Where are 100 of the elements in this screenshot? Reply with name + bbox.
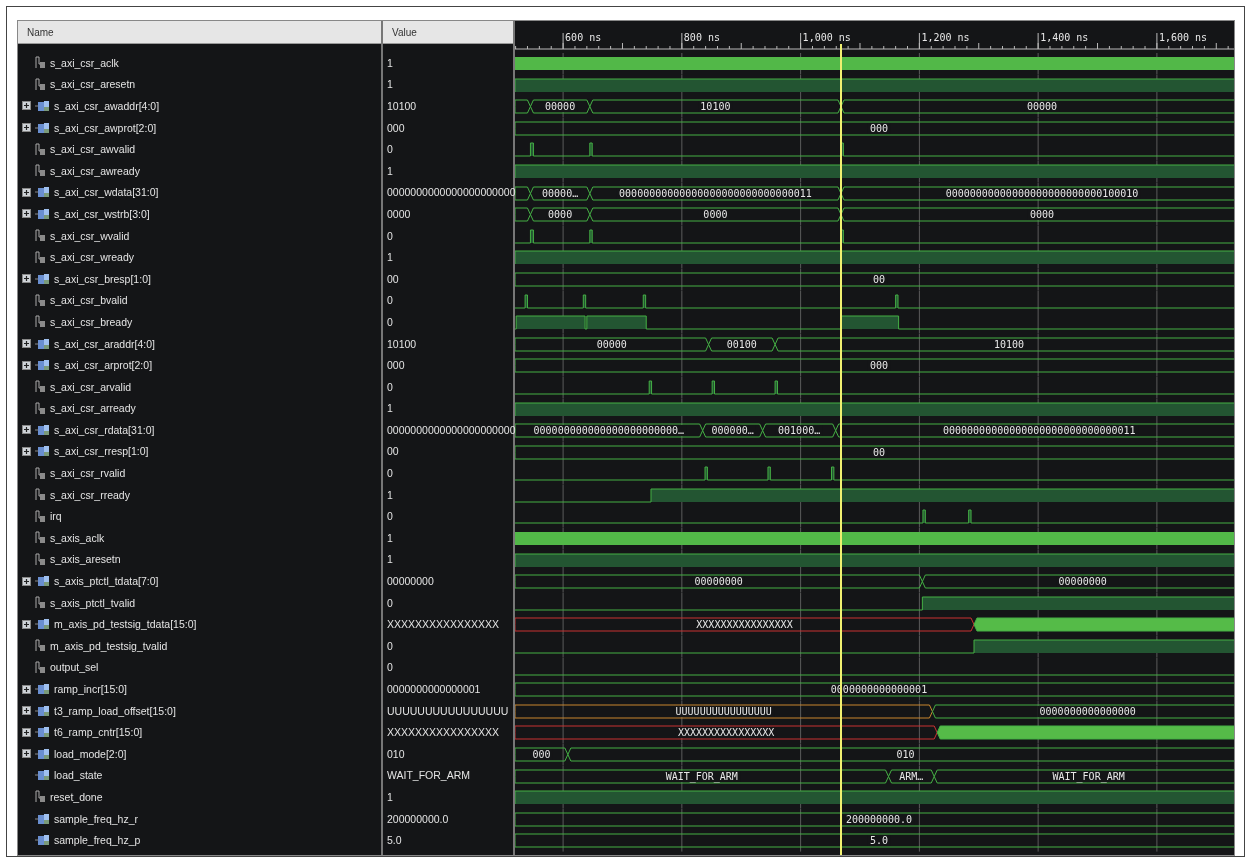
bus-segment: 00 [515, 272, 1234, 287]
signal-value: XXXXXXXXXXXXXXXX [387, 726, 500, 739]
signal-name[interactable]: s_axi_csr_aresetn [50, 78, 136, 91]
signal-name[interactable]: s_axis_ptctl_tdata[7:0] [54, 575, 159, 588]
signal-name[interactable]: s_axi_csr_arready [50, 402, 136, 415]
signal-value: 010 [387, 747, 405, 760]
signal-value: 1 [387, 531, 393, 544]
signal-name[interactable]: s_axi_csr_wready [50, 251, 135, 264]
signal-name[interactable]: s_axi_csr_wdata[31:0] [54, 186, 159, 199]
signal-name[interactable]: sample_freq_hz_p [54, 834, 141, 847]
signal-icon [35, 660, 46, 674]
expand-icon[interactable] [22, 425, 31, 435]
bus-icon [35, 683, 50, 695]
expand-icon[interactable] [22, 274, 31, 284]
signal-icon [35, 315, 46, 329]
signal-value: 0000000000000001 [387, 683, 481, 695]
bus-segment: 00000… [529, 186, 591, 201]
signal-name[interactable]: load_mode[2:0] [54, 747, 127, 760]
signal-name[interactable]: sample_freq_hz_r [54, 812, 139, 825]
signal-name[interactable]: s_axi_csr_awvalid [50, 143, 136, 156]
signal-icon [35, 164, 46, 178]
bus-segment: WAIT_FOR_ARM [515, 769, 889, 784]
bus-icon [35, 812, 50, 825]
signal-name[interactable]: s_axi_csr_wstrb[3:0] [54, 207, 150, 220]
signal-name[interactable]: s_axi_csr_bresp[1:0] [54, 272, 151, 285]
signal-name[interactable]: s_axi_csr_arprot[2:0] [54, 359, 153, 372]
signal-name[interactable]: s_axi_csr_arvalid [50, 380, 132, 393]
signal-name[interactable]: s_axis_aclk [50, 531, 105, 544]
signal-name[interactable]: ramp_incr[15:0] [54, 683, 127, 695]
signal-name[interactable]: s_axi_csr_bvalid [50, 294, 128, 307]
expand-icon[interactable] [22, 360, 31, 370]
signal-name[interactable]: s_axis_aresetn [50, 553, 121, 566]
expand-icon[interactable] [22, 684, 31, 694]
signal-value: 0000000000000000000000 [387, 423, 516, 436]
bus-segment: 00000 [840, 99, 1234, 114]
signal-icon [35, 229, 46, 243]
bus-icon [35, 100, 50, 112]
time-label: 1,400 ns [1040, 32, 1089, 43]
signal-value: 1 [387, 251, 393, 264]
signal-value: 00 [387, 272, 399, 285]
expand-icon[interactable] [22, 619, 31, 629]
signal-name[interactable]: irq [50, 510, 62, 523]
signal-name[interactable]: s_axis_ptctl_tvalid [50, 596, 136, 609]
expand-icon[interactable] [22, 576, 31, 586]
bus-segment: 010 [567, 747, 1234, 762]
time-label: 1,600 ns [1158, 32, 1208, 43]
signal-name[interactable]: m_axis_pd_testsig_tvalid [50, 639, 168, 652]
bus-segment [515, 99, 531, 114]
signal-value: UUUUUUUUUUUUUUUU [387, 704, 509, 717]
expand-icon[interactable] [22, 187, 31, 197]
signal-value: 0 [387, 467, 393, 480]
bus-icon [35, 359, 50, 372]
expand-icon[interactable] [22, 447, 31, 456]
expand-icon[interactable] [22, 123, 31, 133]
signal-name[interactable]: t6_ramp_cntr[15:0] [54, 726, 143, 739]
bus-segment: 000000… [702, 423, 764, 438]
signal-value: 1 [387, 56, 393, 69]
signal-icon [35, 790, 46, 804]
signal-name[interactable]: m_axis_pd_testsig_tdata[15:0] [54, 618, 197, 631]
signal-value: 0 [387, 596, 393, 609]
signal-name[interactable]: s_axi_csr_wvalid [50, 229, 130, 242]
expand-icon[interactable] [22, 209, 31, 219]
signal-name[interactable]: reset_done [50, 791, 103, 803]
signal-name[interactable]: s_axi_csr_awaddr[4:0] [54, 100, 160, 112]
signal-name[interactable]: s_axi_csr_rready [50, 488, 130, 501]
bus-icon [35, 618, 50, 631]
signal-icon [35, 531, 46, 545]
signal-name[interactable]: s_axi_csr_bready [50, 315, 133, 328]
bus-segment: 00000000000000000000000000100010 [840, 186, 1234, 201]
bus-segment: 00000000 [921, 574, 1234, 589]
bus-segment: 200000000.0 [515, 812, 1234, 827]
signal-name[interactable]: s_axi_csr_rresp[1:0] [54, 445, 149, 458]
bus-segment: 00000 [515, 337, 710, 352]
signal-name[interactable]: s_axi_csr_aclk [50, 56, 119, 69]
column-header[interactable]: Name [18, 21, 381, 44]
signal-name[interactable]: output_sel [50, 661, 99, 674]
signal-name[interactable]: t3_ramp_load_offset[15:0] [54, 704, 176, 717]
signal-name[interactable]: s_axi_csr_awready [50, 164, 140, 177]
column-header[interactable]: Value [383, 21, 513, 44]
signal-icon [35, 380, 46, 394]
signal-name[interactable]: s_axi_csr_rvalid [50, 467, 126, 480]
expand-icon[interactable] [22, 706, 31, 716]
expand-icon[interactable] [22, 339, 31, 348]
bus-segment: ARM… [888, 769, 935, 784]
bus-segment: UUUUUUUUUUUUUUUU [515, 704, 933, 719]
signal-name[interactable]: s_axi_csr_araddr[4:0] [54, 337, 155, 350]
expand-icon[interactable] [22, 749, 31, 759]
signal-icon [35, 401, 46, 415]
signal-value: 0 [387, 229, 393, 242]
signal-value: 1 [387, 78, 393, 91]
signal-value: 0 [387, 315, 393, 328]
signal-name[interactable]: s_axi_csr_awprot[2:0] [54, 121, 157, 134]
signal-icon [35, 466, 46, 480]
expand-icon[interactable] [22, 727, 31, 737]
expand-icon[interactable] [22, 101, 31, 111]
bus-icon [35, 747, 50, 760]
signal-name[interactable]: load_state [54, 769, 103, 782]
bus-segment: 001000… [762, 423, 837, 438]
bus-segment: 00000000 [515, 574, 923, 589]
signal-name[interactable]: s_axi_csr_rdata[31:0] [54, 423, 155, 436]
